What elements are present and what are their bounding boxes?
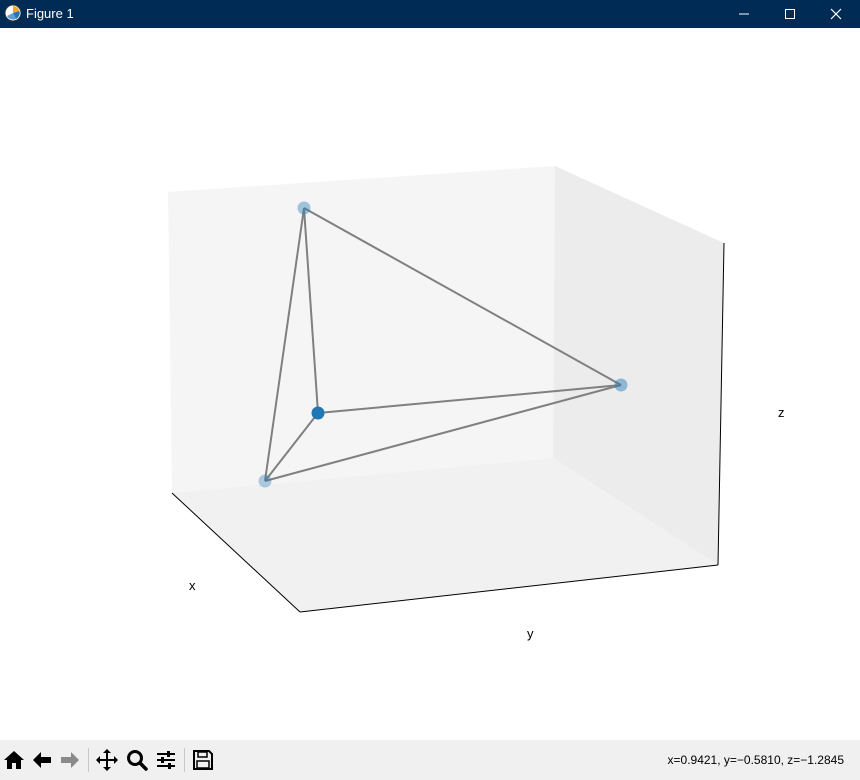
minimize-button[interactable] bbox=[721, 0, 767, 28]
forward-icon bbox=[61, 752, 79, 768]
home-button[interactable] bbox=[0, 747, 28, 773]
navigation-toolbar: x=0.9421, y=−0.5810, z=−1.2845 bbox=[0, 740, 860, 780]
data-point-1 bbox=[297, 201, 311, 215]
home-icon bbox=[4, 751, 24, 769]
close-button[interactable] bbox=[813, 0, 859, 28]
zoom-icon bbox=[127, 750, 148, 771]
toolbar-separator bbox=[88, 748, 89, 772]
plot-3d[interactable]: x y z bbox=[0, 28, 860, 740]
cursor-coordinates: x=0.9421, y=−0.5810, z=−1.2845 bbox=[667, 753, 844, 767]
pan-icon bbox=[96, 749, 118, 771]
maximize-button[interactable] bbox=[767, 0, 813, 28]
figure-canvas[interactable]: x y z bbox=[0, 28, 860, 740]
minimize-icon bbox=[739, 13, 749, 15]
maximize-icon bbox=[785, 9, 795, 19]
back-button[interactable] bbox=[28, 747, 56, 773]
y-axis-label: y bbox=[527, 626, 534, 641]
toolbar-separator bbox=[184, 748, 185, 772]
window-title: Figure 1 bbox=[26, 6, 74, 21]
data-point-0 bbox=[311, 406, 325, 420]
close-icon bbox=[830, 8, 842, 20]
zoom-button[interactable] bbox=[123, 747, 151, 773]
matplotlib-icon bbox=[4, 4, 22, 22]
back-pane-xz bbox=[168, 166, 555, 493]
pan-button[interactable] bbox=[93, 747, 121, 773]
configure-subplots-icon bbox=[157, 751, 175, 769]
data-point-3 bbox=[258, 474, 272, 488]
forward-button[interactable] bbox=[56, 747, 84, 773]
save-button[interactable] bbox=[189, 747, 217, 773]
z-axis-label: z bbox=[778, 405, 785, 420]
window-titlebar: Figure 1 bbox=[0, 0, 860, 28]
back-icon bbox=[33, 752, 51, 768]
save-icon bbox=[193, 750, 213, 770]
configure-subplots-button[interactable] bbox=[152, 747, 180, 773]
x-axis-label: x bbox=[189, 578, 196, 593]
data-point-2 bbox=[614, 378, 628, 392]
